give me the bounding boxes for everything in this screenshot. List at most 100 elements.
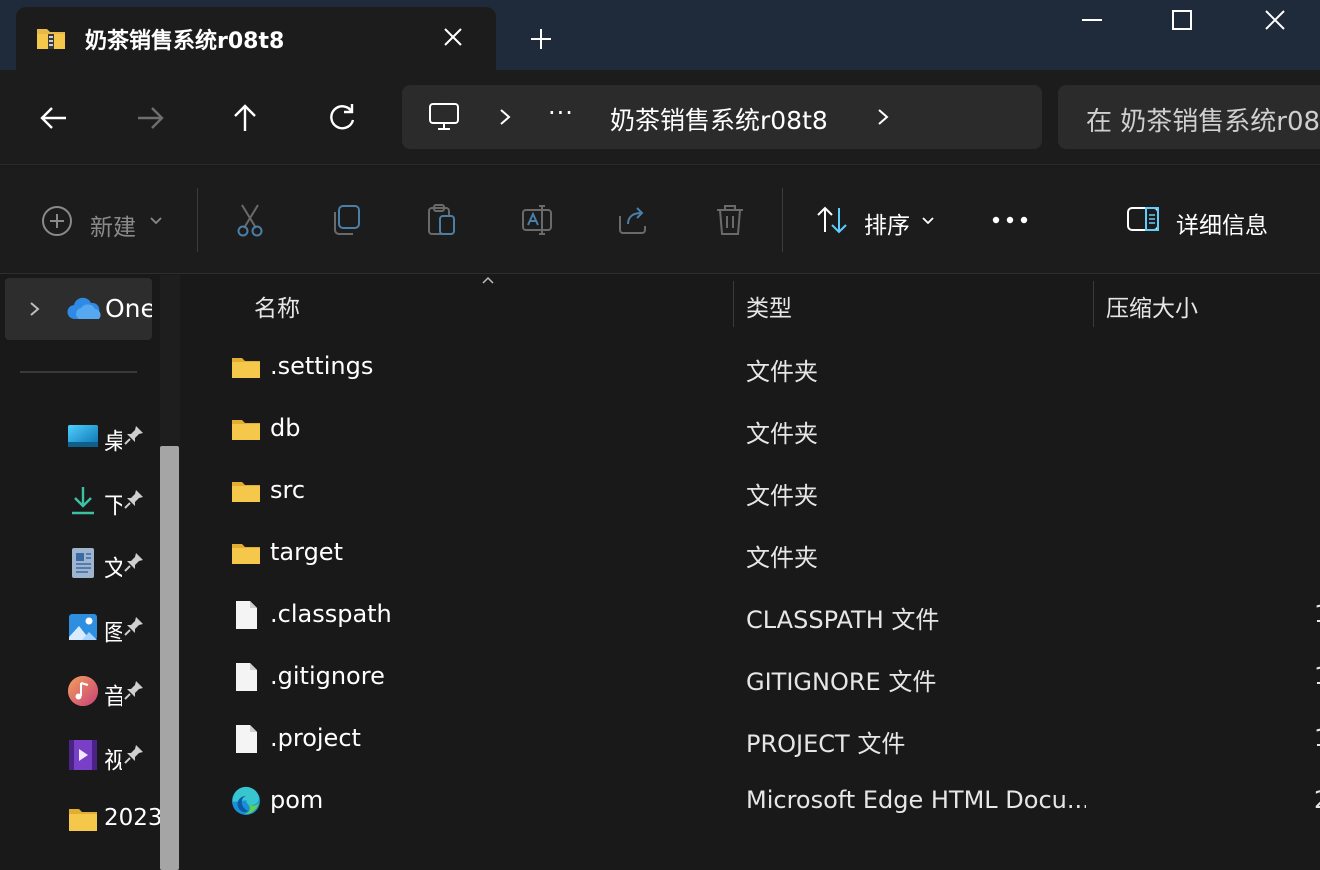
search-box[interactable]: 在 奶茶销售系统r08t8 中搜索 — [1058, 85, 1320, 149]
toolbar-divider — [197, 188, 198, 252]
sidebar-item-label: 视频 — [104, 748, 122, 774]
search-input[interactable]: 在 奶茶销售系统r08t8 中搜索 — [1086, 101, 1320, 138]
file-compressed-size: 1 — [1314, 600, 1320, 628]
download-icon — [72, 487, 94, 515]
address-bar[interactable]: ··· 奶茶销售系统r08t8 — [402, 85, 1042, 149]
breadcrumb-overflow[interactable]: ··· — [548, 99, 574, 127]
navigation-pane: OneDrive 桌面 下载 文档 — [0, 275, 186, 870]
close-tab-icon[interactable] — [440, 24, 466, 50]
forward-arrow-icon[interactable] — [130, 98, 170, 138]
pin-icon[interactable] — [123, 679, 145, 701]
column-resizer[interactable] — [1093, 281, 1094, 327]
chevron-down-icon — [922, 217, 934, 225]
file-type: Microsoft Edge HTML Docu... — [746, 786, 1086, 814]
tab-title: 奶茶销售系统r08t8 — [85, 29, 285, 54]
file-name: db — [270, 414, 301, 442]
file-type: 文件夹 — [746, 420, 818, 448]
file-row[interactable]: .gitignore GITIGNORE 文件 1 — [190, 647, 1320, 709]
sidebar-item-downloads[interactable]: 下载 — [66, 482, 156, 519]
rename-icon[interactable] — [520, 202, 556, 238]
file-list: 名称 类型 压缩大小 .settings 文件夹 db 文件夹 src 文件夹 target… — [190, 275, 1320, 870]
column-resizer[interactable] — [733, 281, 734, 327]
toolbar-divider — [782, 188, 783, 252]
delete-icon[interactable] — [712, 202, 748, 238]
sidebar-item-pictures[interactable]: 图片 — [66, 609, 156, 646]
sidebar-item-label: 图片 — [104, 620, 122, 646]
sidebar-item-label: 音乐 — [104, 684, 122, 710]
chevron-right-icon[interactable] — [874, 107, 892, 127]
sidebar-item-label: OneDrive — [105, 294, 152, 323]
sort-button-label: 排序 — [864, 213, 910, 239]
sidebar-item-label: 文档 — [104, 556, 122, 582]
folder-icon — [69, 809, 97, 831]
minimize-icon[interactable] — [1072, 6, 1112, 36]
sidebar-item-music[interactable]: 音乐 — [66, 673, 156, 710]
sidebar-item-documents[interactable]: 文档 — [66, 545, 156, 582]
file-row[interactable]: .project PROJECT 文件 1 — [190, 709, 1320, 771]
folder-icon — [232, 420, 260, 440]
file-type: 文件夹 — [746, 358, 818, 386]
desktop-icon — [68, 425, 98, 447]
pin-icon[interactable] — [123, 424, 145, 446]
file-icon — [236, 601, 257, 629]
sidebar-item-onedrive[interactable]: OneDrive — [5, 278, 152, 340]
pin-icon[interactable] — [123, 743, 145, 765]
paste-icon[interactable] — [424, 202, 460, 238]
sidebar-item-label: 桌面 — [104, 429, 122, 455]
chevron-right-icon[interactable] — [496, 107, 514, 127]
file-type: CLASSPATH 文件 — [746, 606, 940, 634]
share-icon[interactable] — [616, 202, 652, 238]
pictures-icon — [69, 614, 97, 640]
folder-zip-icon — [37, 29, 65, 49]
back-arrow-icon[interactable] — [34, 98, 74, 138]
file-compressed-size: 1 — [1314, 724, 1320, 752]
file-row[interactable]: .classpath CLASSPATH 文件 1 — [190, 585, 1320, 647]
details-pane-label: 详细信息 — [1176, 213, 1268, 239]
file-compressed-size: 1 — [1314, 662, 1320, 690]
command-bar: 新建 排序 详细信息 — [0, 166, 1320, 274]
file-row[interactable]: pom Microsoft Edge HTML Docu... 2 — [190, 771, 1320, 833]
sidebar-item-videos[interactable]: 视频 — [66, 737, 156, 774]
file-name: target — [270, 538, 343, 566]
column-header-type[interactable]: 类型 — [746, 289, 792, 323]
file-row[interactable]: db 文件夹 — [190, 399, 1320, 461]
video-icon — [69, 740, 97, 770]
column-header-compressed-size[interactable]: 压缩大小 — [1106, 289, 1198, 323]
sidebar-scrollbar-thumb[interactable] — [160, 446, 179, 870]
up-arrow-icon[interactable] — [225, 98, 265, 138]
breadcrumb-current-folder[interactable]: 奶茶销售系统r08t8 — [610, 101, 828, 137]
pin-icon[interactable] — [123, 615, 145, 637]
this-pc-icon[interactable] — [426, 101, 462, 133]
file-type: PROJECT 文件 — [746, 730, 906, 758]
sidebar-item-folder-2023[interactable]: 2023 — [66, 801, 166, 837]
refresh-icon[interactable] — [322, 98, 362, 138]
chevron-right-icon[interactable] — [27, 300, 43, 318]
maximize-icon[interactable] — [1162, 6, 1202, 36]
pin-icon[interactable] — [123, 488, 145, 510]
active-tab[interactable]: 奶茶销售系统r08t8 — [16, 7, 496, 70]
file-compressed-size: 2 — [1314, 786, 1320, 814]
file-type: GITIGNORE 文件 — [746, 668, 937, 696]
more-options-icon[interactable] — [992, 216, 1028, 224]
file-row[interactable]: src 文件夹 — [190, 461, 1320, 523]
sidebar-item-label: 下载 — [104, 493, 122, 519]
onedrive-cloud-icon — [67, 297, 101, 320]
file-type: 文件夹 — [746, 544, 818, 572]
file-name: pom — [270, 786, 324, 814]
sort-ascending-icon — [482, 276, 494, 284]
sidebar-item-desktop[interactable]: 桌面 — [66, 418, 156, 455]
pin-icon[interactable] — [123, 551, 145, 573]
file-name: .settings — [270, 352, 374, 380]
file-row[interactable]: target 文件夹 — [190, 523, 1320, 585]
close-window-icon[interactable] — [1255, 6, 1295, 36]
new-tab-plus-icon[interactable] — [526, 24, 556, 54]
copy-icon[interactable] — [328, 202, 364, 238]
cut-icon[interactable] — [232, 202, 268, 238]
sort-arrows-icon — [817, 206, 847, 234]
file-icon — [236, 663, 257, 691]
file-name: .classpath — [270, 600, 392, 628]
file-type: 文件夹 — [746, 482, 818, 510]
column-header-name[interactable]: 名称 — [254, 289, 300, 323]
chevron-down-icon — [150, 217, 162, 225]
file-row[interactable]: .settings 文件夹 — [190, 337, 1320, 399]
